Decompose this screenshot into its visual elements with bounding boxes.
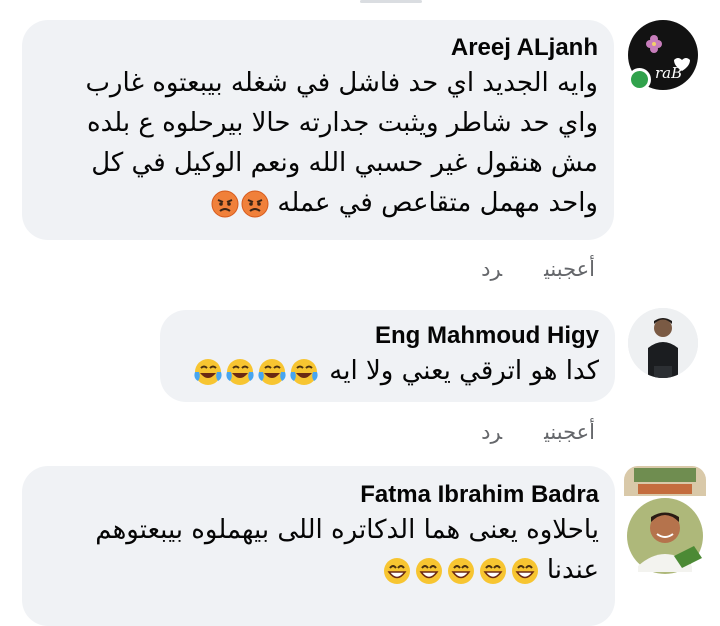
online-status-dot bbox=[628, 68, 651, 91]
avatar[interactable] bbox=[628, 308, 698, 378]
avatar-logo-text: raB bbox=[655, 64, 682, 82]
reply-link[interactable]: رد bbox=[481, 420, 502, 444]
comment-line-with-emoji: واحد مهمل متقاعص في عمله bbox=[42, 183, 598, 223]
avatar[interactable] bbox=[624, 466, 706, 576]
like-link[interactable]: أعجبني bbox=[544, 257, 595, 281]
comment-line: وايه الجديد اي حد فاشل في شغله بيبعتوه غ… bbox=[85, 68, 598, 98]
comment-author[interactable]: Eng Mahmoud Higy bbox=[176, 321, 599, 351]
comment-bubble: Eng Mahmoud Higy كدا هو اترقي يعني ولا ا… bbox=[160, 310, 615, 402]
thread-connector-line bbox=[360, 0, 422, 3]
comment-line-text: واحد مهمل متقاعص في عمله bbox=[277, 188, 598, 218]
comment-author[interactable]: Areej ALjanh bbox=[42, 33, 598, 63]
comment-actions: أعجبني رد bbox=[439, 420, 595, 444]
comment-line-with-emoji: كدا هو اترقي يعني ولا ايه bbox=[176, 351, 599, 391]
comment-line: ياحلاوه يعنى هما الدكاتره اللى بيهملوه ب… bbox=[95, 515, 599, 545]
like-link[interactable]: أعجبني bbox=[544, 420, 595, 444]
comment-line: واي حد شاطر ويثبت جدارته حالا بيرحلوه ع … bbox=[86, 108, 598, 138]
comment-author[interactable]: Fatma Ibrahim Badra bbox=[38, 480, 599, 510]
comment-actions: أعجبني رد bbox=[439, 257, 595, 281]
laughing-tears-emoji-icon bbox=[194, 358, 318, 385]
angry-face-emoji-icon bbox=[211, 190, 269, 217]
comment-bubble: Fatma Ibrahim Badra ياحلاوه يعنى هما الد… bbox=[22, 466, 615, 626]
comment-bubble: Areej ALjanh وايه الجديد اي حد فاشل في ش… bbox=[22, 20, 614, 240]
comment-line: مش هنقول غير حسبي الله ونعم الوكيل في كل bbox=[91, 148, 598, 178]
comment-line-text: كدا هو اترقي يعني ولا ايه bbox=[329, 356, 599, 386]
person-photo-icon bbox=[628, 308, 698, 378]
reply-link[interactable]: رد bbox=[481, 257, 502, 281]
comment-line-with-emoji: عندنا bbox=[38, 550, 599, 590]
comment-line-text: عندنا bbox=[546, 555, 599, 585]
grinning-face-emoji-icon bbox=[383, 557, 538, 584]
person-photo-icon bbox=[624, 466, 706, 574]
